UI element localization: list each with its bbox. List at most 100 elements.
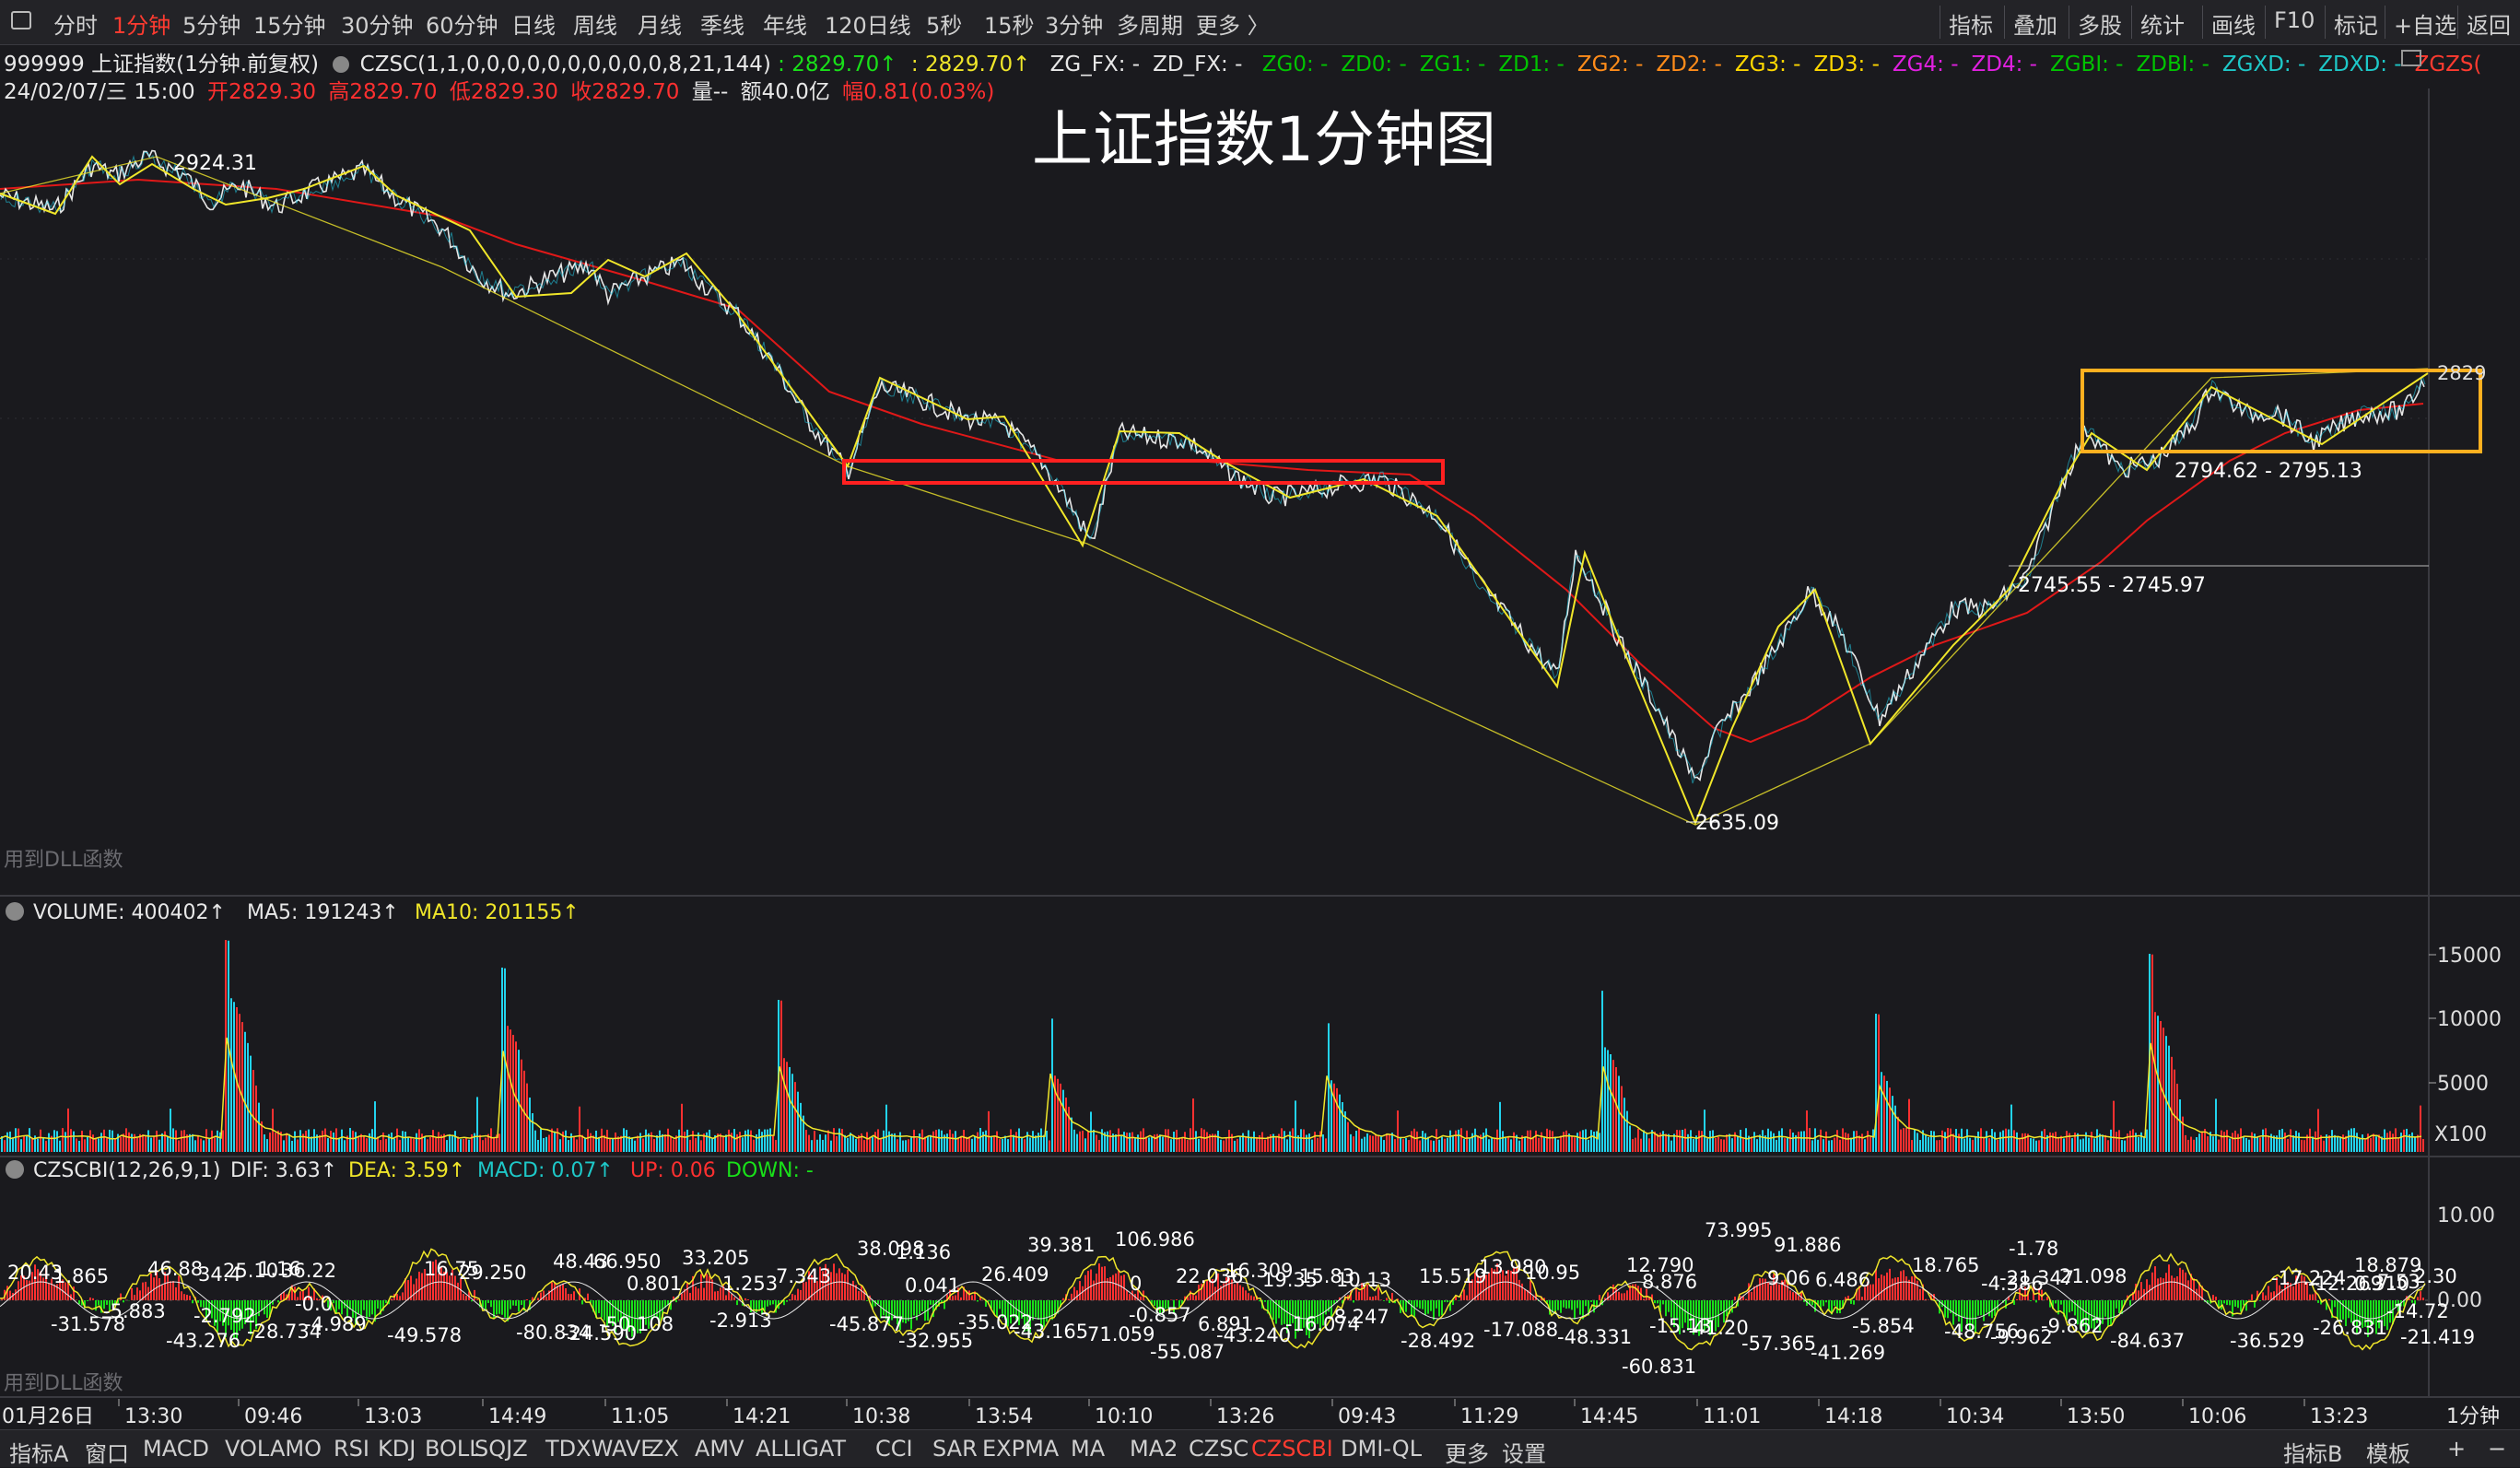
kline-chart[interactable]: 2924.31 2635.09 2829 2794.62 - 2795.13 2745.…: [0, 44, 2520, 1431]
period-tab[interactable]: 5秒: [926, 7, 962, 40]
time-axis-label: 11:01: [1703, 1405, 1761, 1428]
period-tab[interactable]: 5分钟: [182, 7, 240, 40]
indicator-tab[interactable]: KDJ: [378, 1436, 416, 1462]
macd-annotation: 0: [1130, 1273, 1142, 1295]
macd-annotation: -43.276: [166, 1330, 240, 1352]
toolbar-button[interactable]: +自选: [2394, 7, 2456, 40]
indicator-tab[interactable]: ALLIGAT: [756, 1436, 846, 1462]
toolbar-button[interactable]: 统计: [2140, 7, 2185, 40]
volume-ma-line: [0, 1037, 2422, 1140]
trend-line: [0, 156, 2429, 826]
volume-ma10-label: MA10: 201155↑: [415, 901, 580, 924]
price-line: [0, 149, 2425, 781]
time-axis-label: 11:05: [611, 1405, 669, 1428]
macd-annotation: 36.22: [281, 1260, 336, 1282]
period-tab[interactable]: 30分钟: [341, 7, 414, 40]
period-tab[interactable]: 分时: [53, 7, 98, 40]
toolbar-button[interactable]: 指标: [1949, 7, 1993, 40]
indicator-tab[interactable]: ZX: [649, 1436, 679, 1462]
time-axis-label: 10:10: [1095, 1405, 1153, 1428]
period-tab[interactable]: 15分钟: [253, 7, 326, 40]
macd-annotation: -55.087: [1150, 1341, 1225, 1363]
macd-annotation: -41.269: [1811, 1342, 1885, 1364]
macd-annotation: 29.250: [459, 1262, 526, 1284]
period-tab[interactable]: 3分钟: [1045, 7, 1103, 40]
period-tab[interactable]: 年线: [763, 7, 807, 40]
indicator-tab[interactable]: CZSC: [1189, 1436, 1248, 1462]
indicator-tab[interactable]: DMI-QL: [1341, 1436, 1422, 1462]
panel-toggle-icon[interactable]: [11, 11, 31, 29]
time-axis-label: 14:18: [1824, 1405, 1882, 1428]
indicator-tab[interactable]: TDXWAVE: [545, 1436, 654, 1462]
macd-label: CZSCBI(12,26,9,1): [33, 1159, 220, 1182]
macd-annotation: -57.365: [1741, 1333, 1816, 1355]
indicator-tab[interactable]: CZSCBI: [1251, 1436, 1333, 1462]
period-tab[interactable]: 周线: [573, 7, 617, 40]
indicator-tab[interactable]: EXPMA: [982, 1436, 1059, 1462]
indicator-tab[interactable]: AMO: [270, 1436, 322, 1462]
period-tab[interactable]: 120日线: [825, 7, 911, 40]
macd-annotation: -8.247: [1327, 1306, 1389, 1328]
macd-annotation: -9.862: [2041, 1315, 2104, 1337]
indicator-tab[interactable]: MACD: [143, 1436, 209, 1462]
macd-annotation: 21.098: [2059, 1265, 2127, 1287]
macd-annotation: 39.381: [1027, 1234, 1095, 1256]
indicator-tab[interactable]: AMV: [695, 1436, 744, 1462]
toolbar-button[interactable]: 叠加: [2013, 7, 2057, 40]
macd-annotation: 15.519: [1419, 1265, 1486, 1287]
period-tab[interactable]: 月线: [638, 7, 682, 40]
macd-annotation: -28.492: [1401, 1330, 1475, 1352]
macd-annotation: -14.72: [2386, 1300, 2449, 1322]
indicator-tab[interactable]: 指标A: [9, 1436, 68, 1468]
indicator-tab[interactable]: SAR: [932, 1436, 978, 1462]
indicator-tab[interactable]: MA2: [1130, 1436, 1178, 1462]
collapse-icon[interactable]: [6, 1160, 24, 1179]
macd-annotation: -84.637: [2110, 1330, 2185, 1352]
indicator-tab[interactable]: SQJZ: [475, 1436, 528, 1462]
indicator-tab[interactable]: RSI: [334, 1436, 369, 1462]
indicator-tab[interactable]: 窗口: [85, 1436, 129, 1468]
indicator-tab[interactable]: MA: [1071, 1436, 1105, 1462]
time-axis-label: 10:06: [2188, 1405, 2246, 1428]
toolbar-button[interactable]: 多股: [2078, 7, 2122, 40]
time-axis-label: 13:23: [2310, 1405, 2368, 1428]
period-tab[interactable]: 日线: [511, 7, 556, 40]
toolbar-button[interactable]: 画线: [2211, 7, 2256, 40]
collapse-icon[interactable]: [6, 902, 24, 921]
bottom-right-button[interactable]: −: [2488, 1436, 2506, 1462]
period-tab[interactable]: 60分钟: [426, 7, 498, 40]
indicator-tab[interactable]: 设置: [1502, 1436, 1546, 1468]
period-tab[interactable]: 更多 〉: [1196, 7, 1270, 40]
toolbar-separator: [2004, 6, 2005, 39]
period-tab[interactable]: 季线: [700, 7, 744, 40]
macd-down-label: DOWN: -: [726, 1159, 814, 1182]
period-tab[interactable]: 1分钟: [112, 7, 170, 40]
bottom-right-button[interactable]: +: [2447, 1436, 2466, 1462]
indicator-tab[interactable]: 更多: [1445, 1436, 1489, 1468]
period-tab[interactable]: 15秒: [984, 7, 1035, 40]
toolbar-button[interactable]: F10: [2274, 7, 2315, 33]
macd-annotation: 0.310: [2354, 1273, 2409, 1295]
toolbar-button[interactable]: 返回: [2467, 7, 2511, 40]
period-toolbar: 分时 1分钟 5分钟 15分钟 30分钟 60分钟 日线 周线 月线 季线 年线 120日线 5秒 15秒…: [0, 0, 2520, 45]
macd-annotation: 2.30: [2414, 1265, 2457, 1287]
macd-annotation: 1.253: [722, 1273, 778, 1295]
macd-annotation: 71.059: [1087, 1323, 1155, 1345]
macd-annotation: -21.419: [2400, 1326, 2475, 1348]
time-axis-label: 10:38: [852, 1405, 910, 1428]
time-axis-label: 13:50: [2067, 1405, 2125, 1428]
bottom-right-button[interactable]: 指标B: [2283, 1436, 2342, 1468]
toolbar-separator: [2265, 6, 2266, 39]
macd-up-label: UP: 0.06: [630, 1159, 716, 1182]
macd-annotation: -4.989: [304, 1313, 367, 1335]
indicator-tab[interactable]: BOLL: [425, 1436, 482, 1462]
bottom-right-button[interactable]: 模板: [2366, 1436, 2410, 1468]
dll-note: 用到DLL函数: [4, 1372, 123, 1395]
indicator-tab[interactable]: VOL: [225, 1436, 269, 1462]
period-tab[interactable]: 多周期: [1117, 7, 1183, 40]
macd-annotation: 10.95: [1525, 1262, 1580, 1284]
macd-annotation: -36.529: [2230, 1330, 2304, 1352]
indicator-tab[interactable]: CCI: [875, 1436, 913, 1462]
stroke-segment-line: [0, 155, 2429, 826]
toolbar-button[interactable]: 标记: [2334, 7, 2378, 40]
